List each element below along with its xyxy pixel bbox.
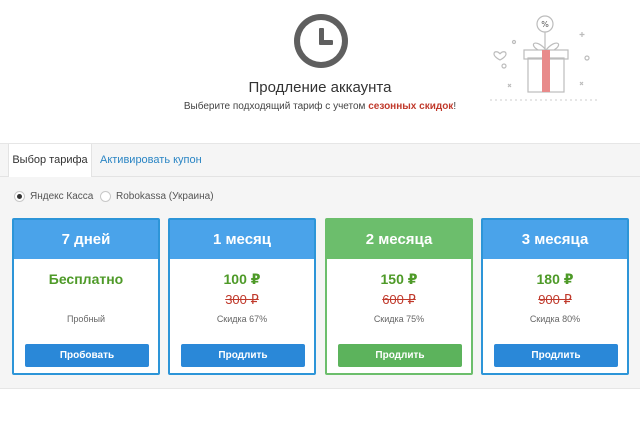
plan-price: 100 ₽ bbox=[223, 271, 261, 287]
plan-old-price: 600 ₽ bbox=[382, 292, 416, 307]
try-button[interactable]: Пробовать bbox=[25, 344, 149, 367]
extend-button[interactable]: Продлить bbox=[181, 344, 305, 367]
plan-card-2-months: 2 месяца 150 ₽ 600 ₽ Скидка 75% Продлить bbox=[325, 218, 473, 375]
plan-price: 180 ₽ bbox=[536, 271, 574, 287]
payment-yandex-kassa[interactable]: Яндекс Касса bbox=[14, 191, 93, 202]
plan-discount: Скидка 67% bbox=[216, 314, 268, 324]
header: Продление аккаунта Выберите подходящий т… bbox=[0, 0, 640, 142]
plan-name: 1 месяц bbox=[170, 220, 314, 259]
extend-button[interactable]: Продлить bbox=[494, 344, 618, 367]
plan-old-price: 900 ₽ bbox=[538, 292, 572, 307]
clock-icon bbox=[294, 14, 348, 68]
plan-card-7-days: 7 дней Бесплатно Пробный Пробовать bbox=[12, 218, 160, 375]
subtitle-accent: сезонных скидок bbox=[368, 101, 454, 112]
plan-name: 3 месяца bbox=[483, 220, 627, 259]
payment-label: Robokassa (Украина) bbox=[116, 191, 214, 202]
radio-unchecked-icon[interactable] bbox=[100, 191, 111, 202]
payment-robokassa[interactable]: Robokassa (Украина) bbox=[100, 191, 214, 202]
extend-button[interactable]: Продлить bbox=[338, 344, 462, 367]
tab-bar: Выбор тарифа Активировать купон bbox=[0, 143, 640, 178]
subtitle-text: Выберите подходящий тариф с учетом bbox=[183, 101, 369, 112]
tab-activate-coupon[interactable]: Активировать купон bbox=[100, 144, 202, 178]
payment-label: Яндекс Касса bbox=[30, 191, 94, 202]
plan-note: Пробный bbox=[66, 314, 106, 324]
radio-checked-icon[interactable] bbox=[14, 191, 25, 202]
gift-icon: % bbox=[490, 15, 600, 101]
plan-card-1-month: 1 месяц 100 ₽ 300 ₽ Скидка 67% Продлить bbox=[168, 218, 316, 375]
subtitle-suffix: ! bbox=[453, 101, 457, 112]
plan-card-3-months: 3 месяца 180 ₽ 900 ₽ Скидка 80% Продлить bbox=[481, 218, 629, 375]
plans-panel: Яндекс Касса Robokassa (Украина) 7 дней … bbox=[0, 177, 640, 389]
plan-discount: Скидка 75% bbox=[373, 314, 425, 324]
plan-old-price: 300 ₽ bbox=[225, 292, 259, 307]
plan-name: 2 месяца bbox=[327, 220, 471, 259]
tab-choose-plan[interactable]: Выбор тарифа bbox=[8, 144, 92, 178]
plan-name: 7 дней bbox=[14, 220, 158, 259]
plan-discount: Скидка 80% bbox=[529, 314, 581, 324]
gift-badge: % bbox=[541, 20, 549, 29]
plan-price: 150 ₽ bbox=[380, 271, 418, 287]
plan-price: Бесплатно bbox=[48, 271, 124, 287]
